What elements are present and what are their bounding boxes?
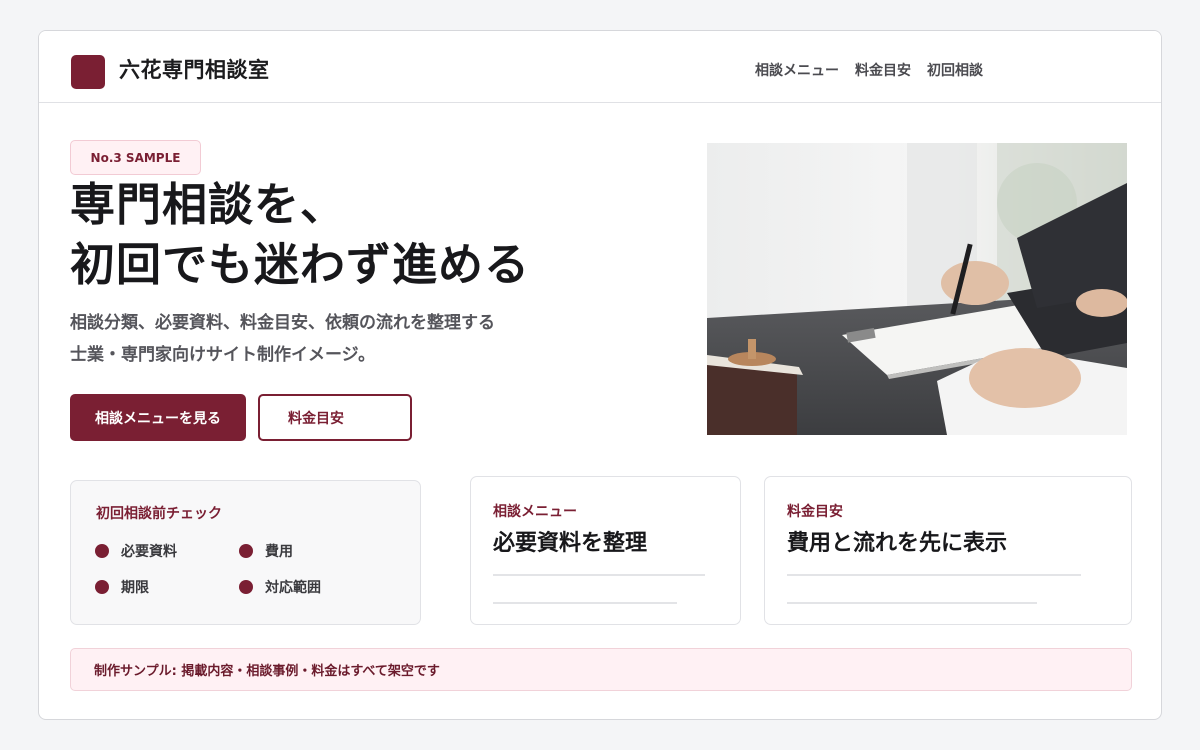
hero-photo (707, 143, 1127, 435)
checklist-item-label: 対応範囲 (265, 580, 321, 596)
hero-headline-line1: 専門相談を、 (70, 178, 347, 231)
pre-consultation-checklist: 初回相談前チェック 必要資料 費用 期限 対応範囲 (70, 480, 421, 625)
checklist-item-label: 必要資料 (121, 544, 177, 560)
checklist-item: 必要資料 (95, 541, 177, 561)
brand-name[interactable]: 六花専門相談室 (119, 55, 270, 85)
hero-headline-line2: 初回でも迷わず進める (70, 238, 531, 291)
menu-card-label: 相談メニュー (493, 504, 577, 520)
placeholder-line (493, 602, 677, 604)
hand-signing-document-photo (707, 143, 1127, 435)
hero-headline: 専門相談を、 初回でも迷わず進める (70, 175, 530, 295)
nav-item-fees[interactable]: 料金目安 (855, 59, 911, 83)
checklist-item: 対応範囲 (239, 577, 321, 597)
placeholder-line (493, 574, 705, 576)
main-nav: 相談メニュー 料金目安 初回相談 (755, 59, 983, 83)
site-header: 六花専門相談室 相談メニュー 料金目安 初回相談 (39, 31, 1161, 103)
sample-disclaimer: 制作サンプル: 掲載内容・相談事例・料金はすべて架空です (70, 648, 1132, 691)
fee-card-title: 費用と流れを先に表示 (787, 531, 1008, 556)
hero-subtext-line2: 士業・専門家向けサイト制作イメージ。 (70, 345, 376, 365)
view-menu-button[interactable]: 相談メニューを見る (70, 394, 246, 441)
placeholder-line (787, 602, 1037, 604)
sample-badge: No.3 SAMPLE (70, 140, 201, 175)
checklist-item: 期限 (95, 577, 149, 597)
checklist-item-label: 費用 (265, 544, 293, 560)
page-frame: 六花専門相談室 相談メニュー 料金目安 初回相談 No.3 SAMPLE 専門相… (38, 30, 1162, 720)
checklist-item-label: 期限 (121, 580, 149, 596)
bullet-dot-icon (95, 580, 109, 594)
bullet-dot-icon (239, 580, 253, 594)
bullet-dot-icon (95, 544, 109, 558)
checklist-item: 費用 (239, 541, 293, 561)
bullet-dot-icon (239, 544, 253, 558)
hero-subtext: 相談分類、必要資料、料金目安、依頼の流れを整理する 士業・専門家向けサイト制作イ… (70, 307, 495, 371)
checklist-title: 初回相談前チェック (96, 506, 222, 522)
nav-item-consultation-menu[interactable]: 相談メニュー (755, 59, 839, 83)
nav-item-first-consultation[interactable]: 初回相談 (927, 59, 983, 83)
menu-card-title: 必要資料を整理 (493, 531, 648, 556)
logo-mark[interactable] (71, 55, 105, 89)
fees-button[interactable]: 料金目安 (258, 394, 412, 441)
menu-feature-card[interactable]: 相談メニュー 必要資料を整理 (470, 476, 741, 625)
fee-feature-card[interactable]: 料金目安 費用と流れを先に表示 (764, 476, 1132, 625)
fee-card-label: 料金目安 (787, 504, 843, 520)
hero-subtext-line1: 相談分類、必要資料、料金目安、依頼の流れを整理する (70, 313, 495, 333)
placeholder-line (787, 574, 1081, 576)
